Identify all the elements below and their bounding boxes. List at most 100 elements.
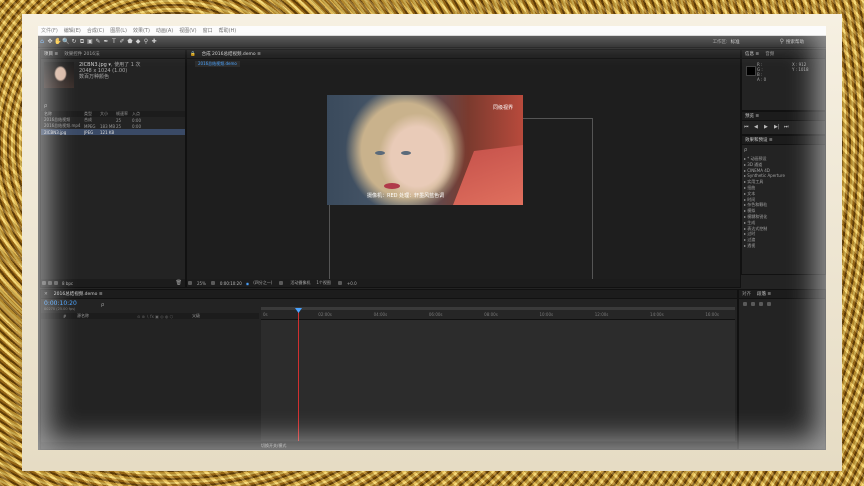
align-center-icon[interactable]	[751, 302, 755, 306]
info-y: Y : 1018	[792, 67, 809, 72]
tab-effect-controls[interactable]: 效果控件 2016法	[61, 51, 102, 57]
align-right-icon[interactable]	[759, 302, 763, 306]
tab-paragraph[interactable]: 段落 ≡	[754, 291, 774, 297]
menu-item-4[interactable]: 效果(T)	[130, 27, 153, 34]
effects-category-label: 过渡	[747, 237, 756, 243]
lock-icon[interactable]: 🔒	[187, 52, 199, 57]
ruler-tick-label: 12:00s	[594, 312, 609, 317]
menu-item-2[interactable]: 合成(C)	[84, 27, 107, 34]
paragraph-tabbar: 对齐 段落 ≡	[739, 290, 825, 299]
tab-composition[interactable]: 合成 2016总结视频.demo ≡	[199, 51, 264, 57]
toggle-switches-modes[interactable]: 切换开关/模式	[261, 443, 286, 449]
ruler-tick-label: 10:00s	[539, 312, 554, 317]
project-row[interactable]: 2ICBN3.jpg JPEG 121 KB	[41, 129, 185, 135]
project-cell-in: 0:00	[132, 123, 141, 129]
tool-13-icon[interactable]: ⚲	[142, 38, 150, 46]
grid-icon[interactable]	[210, 281, 215, 285]
tab-align[interactable]: 对齐	[739, 291, 754, 297]
new-folder-icon[interactable]	[48, 281, 52, 285]
project-search-input[interactable]: ρ	[44, 103, 182, 109]
ruler-tick-label: 14:00s	[650, 312, 664, 317]
tool-5-icon[interactable]: ⧉	[78, 38, 86, 46]
workspace-select[interactable]: 标准	[731, 39, 740, 45]
tools-bar: ⌂ ✥ ✋ 🔍 ↻ ⧉ ▣ ✎ ✒ T ✐ ⬟ ◆ ⚲ ✚ 工作区: 标准 ⚲ 搜索帮助	[38, 36, 826, 48]
work-area-bar[interactable]	[261, 307, 735, 310]
menu-item-5[interactable]: 动画(A)	[153, 27, 176, 34]
tool-14-icon[interactable]: ✚	[150, 38, 158, 46]
layer-col-number[interactable]: #	[63, 314, 77, 319]
playhead[interactable]	[298, 308, 299, 441]
track-area[interactable]	[261, 319, 735, 441]
col-size[interactable]: 大小	[100, 111, 116, 117]
menu-item-8[interactable]: 帮助(H)	[216, 27, 240, 34]
roi-icon[interactable]	[279, 281, 284, 285]
tool-3-icon[interactable]: 🔍	[62, 38, 70, 46]
tool-1-icon[interactable]: ✥	[46, 38, 54, 46]
video-frame[interactable]: 同级视界 摄像机：RED 处理：轩墨风蓝色调	[327, 95, 523, 205]
search-icon: ⚲	[779, 38, 784, 45]
effects-category-label: * 动画预设	[747, 156, 767, 161]
new-comp-icon[interactable]	[54, 281, 58, 285]
tool-12-icon[interactable]: ◆	[134, 38, 142, 46]
preview-control-4-icon[interactable]: ⏭	[784, 124, 794, 130]
timeline-fps: 00270 (25.00 fps)	[44, 307, 76, 311]
tool-8-icon[interactable]: ✒	[102, 38, 110, 46]
lips	[384, 183, 400, 189]
project-cell-fps: 25	[116, 117, 122, 123]
resolution-select[interactable]: (四分之一)	[253, 280, 272, 286]
ruler-tick-label: 04:00s	[373, 312, 388, 317]
project-cell-name: 2ICBN3.jpg	[44, 129, 67, 135]
close-icon[interactable]: ✕	[41, 292, 51, 297]
menu-item-6[interactable]: 视图(V)	[176, 27, 199, 34]
tool-6-icon[interactable]: ▣	[86, 38, 94, 46]
viewer-timecode[interactable]: 0:00:10:20	[220, 281, 242, 286]
search-help-input[interactable]: 搜索帮助	[786, 39, 826, 45]
always-preview-icon[interactable]	[188, 281, 192, 285]
col-in[interactable]: 入点	[132, 111, 146, 117]
tool-10-icon[interactable]: ✐	[118, 38, 126, 46]
interpret-icon[interactable]	[42, 281, 46, 285]
camera-select[interactable]: 活动摄像机	[290, 280, 310, 286]
preview-control-2-icon[interactable]: ▶	[764, 124, 774, 130]
bpc-label[interactable]: 8 bpc	[62, 281, 73, 286]
menu-item-7[interactable]: 窗口	[200, 27, 216, 34]
tool-0-icon[interactable]: ⌂	[38, 38, 46, 46]
menu-item-3[interactable]: 图层(L)	[107, 27, 130, 34]
zoom-select[interactable]: 25%	[197, 281, 206, 286]
tab-project[interactable]: 项目 ≡	[41, 51, 61, 57]
tab-info[interactable]: 信息 ≡	[742, 51, 762, 57]
col-fps[interactable]: 帧速率	[116, 111, 132, 117]
effects-search-input[interactable]: ρ	[744, 147, 823, 154]
project-cell-type: 合成	[84, 117, 92, 122]
tool-9-icon[interactable]: T	[110, 38, 118, 46]
align-left-icon[interactable]	[743, 302, 747, 306]
exposure-value[interactable]: +0.0	[347, 281, 357, 286]
tab-effects-presets[interactable]: 效果和预设 ≡	[742, 137, 776, 143]
reset-exposure-icon[interactable]	[337, 281, 342, 285]
video-watermark: 同级视界	[492, 105, 513, 111]
preview-control-1-icon[interactable]: ◀	[754, 124, 764, 130]
effects-category-label: 杂色和颗粒	[747, 202, 768, 208]
trash-icon[interactable]: 🗑	[176, 280, 182, 286]
tool-11-icon[interactable]: ⬟	[126, 38, 134, 46]
ruler-tick-label: 08:00s	[484, 312, 498, 317]
tool-2-icon[interactable]: ✋	[54, 38, 62, 46]
timeline-search-input[interactable]: ρ	[101, 302, 104, 308]
justify-icon[interactable]	[767, 302, 771, 306]
preview-control-0-icon[interactable]: ⏮	[744, 124, 754, 130]
views-select[interactable]: 1个视图	[316, 280, 331, 286]
tab-preview[interactable]: 预览 ≡	[742, 113, 762, 119]
effects-category[interactable]: ▸ 透视	[744, 243, 825, 249]
camera-icon[interactable]: ◉	[246, 281, 250, 286]
timeline-timecode[interactable]: 0:00:10:20	[44, 300, 77, 307]
tab-audio[interactable]: 音频	[762, 51, 777, 57]
viewer-breadcrumb[interactable]: 2016总结视频.demo	[195, 61, 240, 67]
preview-control-3-icon[interactable]: ▶|	[774, 124, 784, 130]
effects-category-label: 生成	[747, 219, 756, 225]
tool-4-icon[interactable]: ↻	[70, 38, 78, 46]
tab-timeline[interactable]: 2016总结视频.demo ≡	[51, 291, 106, 297]
menu-item-0[interactable]: 文件(F)	[38, 27, 61, 34]
effects-category-label: 实用工具	[747, 179, 764, 185]
tool-7-icon[interactable]: ✎	[94, 38, 102, 46]
menu-item-1[interactable]: 编辑(E)	[61, 27, 84, 34]
